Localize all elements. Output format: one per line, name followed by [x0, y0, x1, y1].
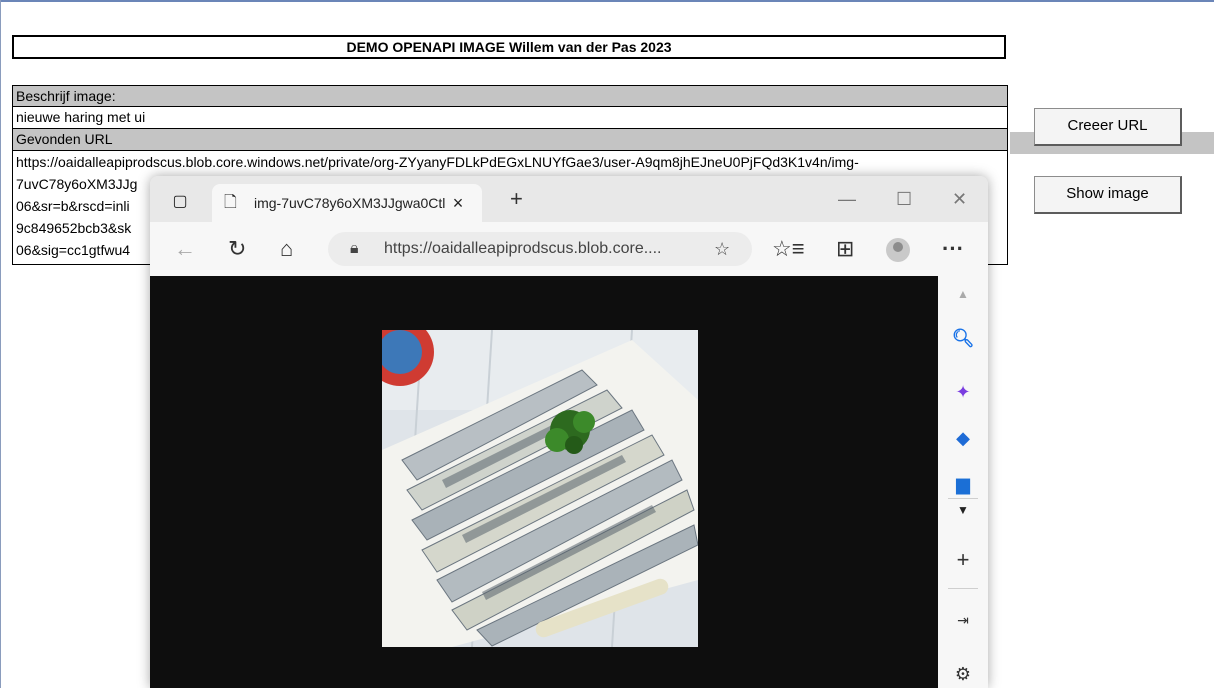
window-top-border: [0, 0, 1214, 4]
gear-icon[interactable]: ⚙: [938, 662, 988, 686]
url-label-cell[interactable]: Gevonden URL: [12, 129, 1008, 151]
document-icon: 🗋: [224, 194, 237, 211]
browser-window: ▢ 🗋 img-7uvC78y6oXM3JJgwa0Ctl7u × + — ☐ …: [150, 176, 988, 688]
prompt-value-cell[interactable]: nieuwe haring met ui: [12, 107, 1008, 129]
tab-bar: ▢ 🗋 img-7uvC78y6oXM3JJgwa0Ctl7u × + — ☐ …: [150, 176, 988, 222]
sheet-title: DEMO OPENAPI IMAGE Willem van der Pas 20…: [12, 35, 1006, 59]
lock-icon[interactable]: 🔒︎: [350, 232, 359, 266]
address-text[interactable]: https://oaidalleapiprodscus.blob.core...…: [384, 232, 714, 266]
new-tab-button[interactable]: +: [510, 188, 523, 210]
url-line: https://oaidalleapiprodscus.blob.core.wi…: [16, 154, 859, 170]
sparkle-icon[interactable]: ✦: [938, 380, 988, 404]
scroll-up-icon[interactable]: ▲: [938, 282, 988, 306]
herring-photo-graphic: [382, 330, 698, 647]
profile-icon[interactable]: [886, 238, 910, 262]
search-icon[interactable]: 🔍︎: [938, 326, 988, 350]
tab-title: img-7uvC78y6oXM3JJgwa0Ctl7u: [254, 195, 446, 211]
show-image-button[interactable]: Show image: [1034, 176, 1182, 214]
more-menu-button[interactable]: ···: [942, 235, 964, 263]
navigation-bar: ← ↻ ⌂ 🔒︎ https://oaidalleapiprodscus.blo…: [150, 222, 988, 276]
favorites-icon[interactable]: ☆≡: [772, 235, 805, 263]
sidebar-divider: [948, 588, 978, 589]
maximize-button[interactable]: ☐: [896, 188, 912, 210]
tab-actions-icon[interactable]: ▢: [162, 190, 198, 214]
close-window-button[interactable]: ✕: [952, 188, 967, 210]
creeer-url-button[interactable]: Creeer URL: [1034, 108, 1182, 146]
sidebar-collapse-icon[interactable]: ⇥: [938, 608, 988, 632]
back-arrow-icon[interactable]: ←: [174, 235, 196, 263]
address-bar[interactable]: 🔒︎ https://oaidalleapiprodscus.blob.core…: [328, 232, 752, 266]
home-icon[interactable]: ⌂: [280, 235, 293, 263]
scroll-down-icon[interactable]: ▼: [938, 498, 988, 522]
collections-icon[interactable]: ⊞: [836, 235, 854, 263]
window-left-border: [0, 0, 10, 688]
minimize-button[interactable]: —: [838, 188, 856, 210]
favorite-add-icon[interactable]: ☆: [714, 232, 730, 266]
herring-photo: [382, 330, 698, 647]
tab-close-icon[interactable]: ×: [448, 184, 468, 222]
tag-icon[interactable]: ◆: [938, 426, 988, 450]
image-viewport: [150, 276, 938, 688]
prompt-label-cell[interactable]: Beschrijf image:: [12, 85, 1008, 107]
browser-tab[interactable]: 🗋 img-7uvC78y6oXM3JJgwa0Ctl7u ×: [212, 184, 482, 222]
refresh-icon[interactable]: ↻: [228, 235, 246, 263]
browser-sidebar: ▲ 🔍︎ ✦ ◆ ▆ ▼ + ⇥ ⚙: [938, 276, 988, 688]
toolbox-icon[interactable]: ▆: [938, 472, 988, 496]
plus-icon[interactable]: +: [938, 548, 988, 572]
